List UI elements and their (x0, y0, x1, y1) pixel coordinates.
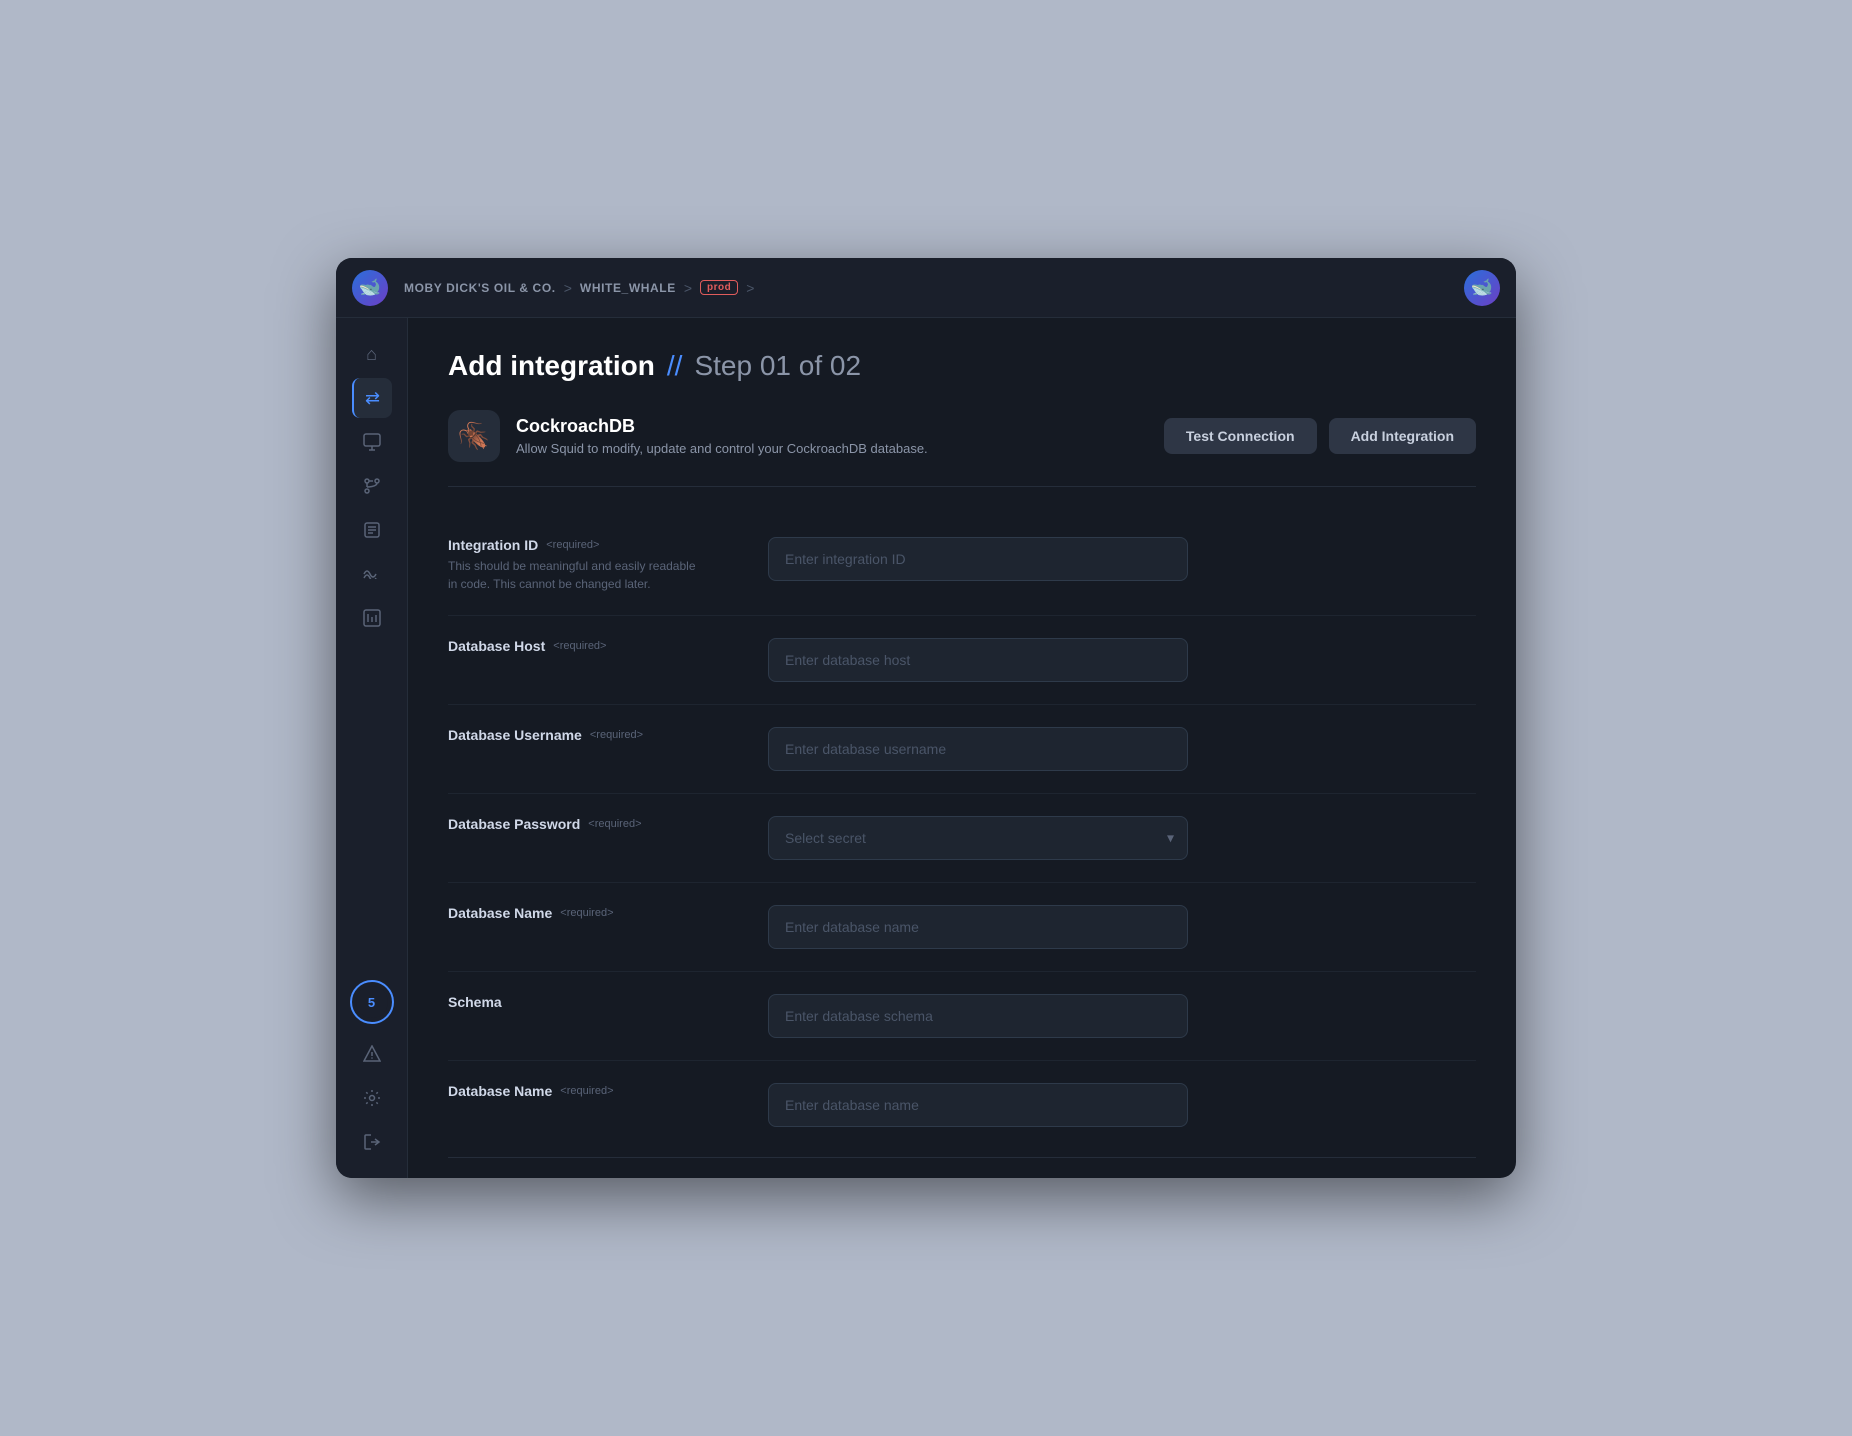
main-layout: ⌂ ⇄ (336, 318, 1516, 1178)
integration-actions: Test Connection Add Integration (1164, 418, 1476, 454)
page-title-separator: // (667, 350, 683, 382)
breadcrumb-sep-1: > (564, 280, 572, 296)
required-tag-database-name-1: <required> (560, 907, 613, 919)
required-tag-database-host: <required> (553, 640, 606, 652)
breadcrumb-sep-2: > (684, 280, 692, 296)
page-title: Add integration // Step 01 of 02 (448, 350, 1476, 382)
form-input-col-database-name-1 (768, 905, 1476, 949)
form-row-database-host: Database Host <required> (448, 616, 1476, 705)
form-row-schema: Schema (448, 972, 1476, 1061)
app-logo: 🐋 (352, 270, 388, 306)
user-avatar[interactable]: 🐋 (1464, 270, 1500, 306)
database-name-2-input[interactable] (768, 1083, 1188, 1127)
integration-name: CockroachDB (516, 416, 1148, 437)
form-row-integration-id: Integration ID <required> This should be… (448, 515, 1476, 616)
page-step: Step 01 of 02 (694, 350, 861, 382)
form-hint-integration-id: This should be meaningful and easily rea… (448, 557, 708, 593)
form-label-col-database-username: Database Username <required> (448, 727, 768, 747)
database-username-input[interactable] (768, 727, 1188, 771)
breadcrumb-sep-3: > (746, 280, 754, 296)
required-tag-database-username: <required> (590, 729, 643, 741)
breadcrumb: MOBY DICK'S OIL & CO. > WHITE_WHALE > pr… (404, 280, 1464, 296)
sidebar-item-branch[interactable] (352, 466, 392, 506)
integration-info: CockroachDB Allow Squid to modify, updat… (516, 416, 1148, 456)
add-integration-button[interactable]: Add Integration (1329, 418, 1476, 454)
sidebar-item-integrations[interactable]: ⇄ (352, 378, 392, 418)
breadcrumb-env-badge: prod (700, 280, 738, 295)
logo-icon: 🐋 (359, 277, 381, 298)
sidebar-badge-item[interactable]: 5 (352, 982, 392, 1022)
form-label-database-host: Database Host <required> (448, 638, 768, 654)
form-row-database-password: Database Password <required> Select secr… (448, 794, 1476, 883)
ssl-section: Enable SSL configuration Some cloud prov… (448, 1157, 1476, 1178)
form-input-col-database-host (768, 638, 1476, 682)
integration-icon-symbol: 🪳 (458, 421, 490, 452)
sidebar-item-logout[interactable] (352, 1122, 392, 1162)
sidebar-item-monitor[interactable] (352, 422, 392, 462)
page-content: Add integration // Step 01 of 02 🪳 Cockr… (408, 318, 1516, 1178)
form-label-schema: Schema (448, 994, 768, 1010)
form-label-col-integration-id: Integration ID <required> This should be… (448, 537, 768, 593)
form-label-database-name-2: Database Name <required> (448, 1083, 768, 1099)
form-row-database-name-2: Database Name <required> (448, 1061, 1476, 1149)
form-label-database-password: Database Password <required> (448, 816, 768, 832)
breadcrumb-project: WHITE_WHALE (580, 281, 676, 295)
integration-description: Allow Squid to modify, update and contro… (516, 441, 1148, 456)
form-row-database-username: Database Username <required> (448, 705, 1476, 794)
form-label-database-name-1: Database Name <required> (448, 905, 768, 921)
sidebar-item-reports[interactable] (352, 598, 392, 638)
page-title-text: Add integration (448, 350, 655, 382)
required-tag-database-password: <required> (588, 818, 641, 830)
sidebar-badge-ring: 5 (350, 980, 394, 1024)
database-host-input[interactable] (768, 638, 1188, 682)
integration-card: 🪳 CockroachDB Allow Squid to modify, upd… (448, 410, 1476, 487)
sidebar-item-tasks[interactable] (352, 510, 392, 550)
form-label-database-username: Database Username <required> (448, 727, 768, 743)
sidebar: ⌂ ⇄ (336, 318, 408, 1178)
sidebar-item-home[interactable]: ⌂ (352, 334, 392, 374)
form-input-col-database-name-2 (768, 1083, 1476, 1127)
breadcrumb-org: MOBY DICK'S OIL & CO. (404, 281, 556, 295)
form-label-col-schema: Schema (448, 994, 768, 1014)
select-wrapper-password: Select secret ▾ (768, 816, 1188, 860)
form-input-col-integration-id (768, 537, 1476, 581)
form-input-col-database-password: Select secret ▾ (768, 816, 1476, 860)
app-window: 🐋 MOBY DICK'S OIL & CO. > WHITE_WHALE > … (336, 258, 1516, 1178)
avatar-icon: 🐋 (1471, 277, 1493, 298)
sidebar-badge-count: 5 (356, 986, 388, 1018)
sidebar-item-alerts[interactable] (352, 1034, 392, 1074)
form-label-col-database-host: Database Host <required> (448, 638, 768, 658)
integration-form: Integration ID <required> This should be… (448, 515, 1476, 1149)
integration-id-input[interactable] (768, 537, 1188, 581)
schema-input[interactable] (768, 994, 1188, 1038)
form-input-col-database-username (768, 727, 1476, 771)
form-label-col-database-name-2: Database Name <required> (448, 1083, 768, 1103)
required-tag-integration-id: <required> (546, 539, 599, 551)
form-label-col-database-password: Database Password <required> (448, 816, 768, 836)
integration-icon: 🪳 (448, 410, 500, 462)
database-password-select[interactable]: Select secret (768, 816, 1188, 860)
form-label-col-database-name-1: Database Name <required> (448, 905, 768, 925)
required-tag-database-name-2: <required> (560, 1085, 613, 1097)
form-row-database-name-1: Database Name <required> (448, 883, 1476, 972)
topbar: 🐋 MOBY DICK'S OIL & CO. > WHITE_WHALE > … (336, 258, 1516, 318)
test-connection-button[interactable]: Test Connection (1164, 418, 1317, 454)
sidebar-item-settings[interactable] (352, 1078, 392, 1118)
form-input-col-schema (768, 994, 1476, 1038)
database-name-1-input[interactable] (768, 905, 1188, 949)
form-label-integration-id: Integration ID <required> (448, 537, 768, 553)
sidebar-item-waves[interactable] (352, 554, 392, 594)
